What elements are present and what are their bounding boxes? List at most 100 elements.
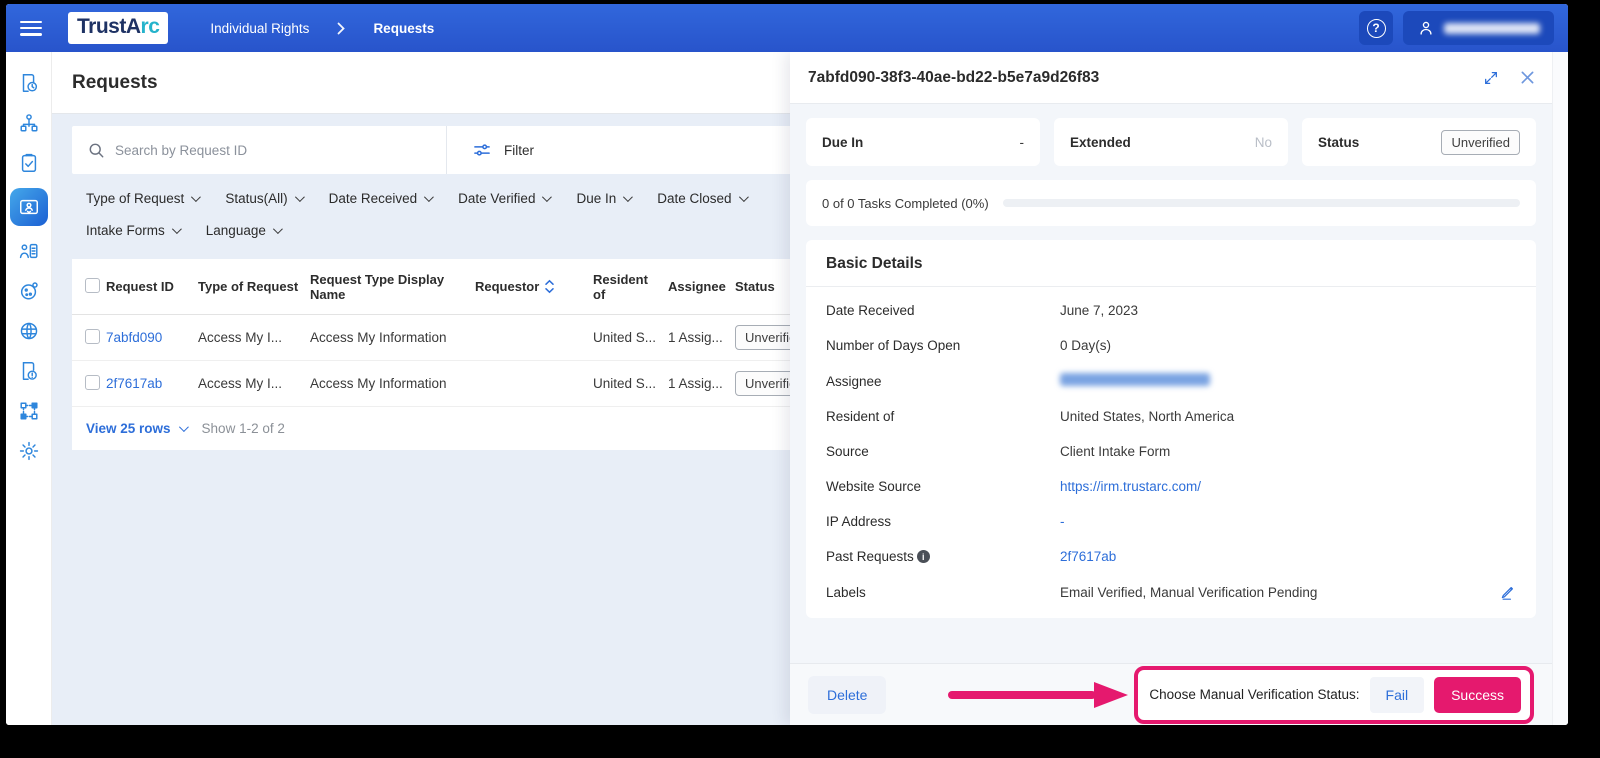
assignee-redacted[interactable] (1060, 373, 1210, 386)
trustarc-logo[interactable]: TrustArc (68, 12, 169, 44)
tasks-progress-label: 0 of 0 Tasks Completed (0%) (822, 195, 989, 211)
filter-date-verified[interactable]: Date Verified (458, 191, 553, 206)
search-filter-bar: Filter (72, 126, 814, 174)
cell-resident: United S... (593, 376, 657, 391)
past-request-link[interactable]: 2f7617ab (1060, 549, 1516, 564)
detail-row-resident-of: Resident of United States, North America (826, 409, 1235, 424)
chevron-down-icon (178, 422, 189, 433)
pagination-summary: Show 1-2 of 2 (201, 421, 285, 436)
breadcrumb-parent[interactable]: Individual Rights (210, 21, 309, 36)
page-title: Requests (72, 71, 158, 93)
search-input[interactable] (115, 142, 395, 158)
sidebar-item-settings[interactable] (14, 436, 44, 466)
fail-button[interactable]: Fail (1369, 676, 1425, 713)
chevron-down-icon (171, 224, 182, 235)
success-button[interactable]: Success (1434, 676, 1521, 713)
detail-row-source: Source Client Intake Form (826, 444, 1171, 459)
pencil-icon (1501, 587, 1513, 600)
table-row[interactable]: 7abfd090 Access My I... Access My Inform… (72, 315, 834, 361)
detail-row-labels: Labels Email Verified, Manual Verificati… (806, 574, 1536, 610)
basic-details-title: Basic Details (806, 240, 1536, 287)
sidebar-item-contacts[interactable] (14, 236, 44, 266)
filter-date-received[interactable]: Date Received (329, 191, 435, 206)
row-checkbox[interactable] (85, 374, 100, 390)
detail-row-assignee: Assignee (806, 363, 1536, 399)
user-name-redacted (1444, 22, 1540, 34)
search-box (72, 142, 446, 159)
filter-toggle[interactable]: Filter (447, 142, 534, 158)
info-icon[interactable]: i (916, 550, 930, 563)
chevron-down-icon (424, 192, 435, 203)
sidebar-item-individual-rights[interactable] (9, 188, 48, 226)
help-button[interactable]: ? (1359, 11, 1393, 45)
detail-row-website-source: Website Source https://irm.trustarc.com/ (806, 469, 1536, 504)
edit-labels-button[interactable] (1500, 584, 1516, 600)
select-all-checkbox[interactable] (85, 277, 100, 293)
col-request-id[interactable]: Request ID (106, 279, 198, 294)
col-requestor[interactable]: Requestor (475, 279, 593, 294)
logo-text-accent: rc (140, 15, 160, 38)
filter-language[interactable]: Language (206, 223, 283, 238)
breadcrumb-current[interactable]: Requests (373, 21, 434, 36)
annotation-group: Choose Manual Verification Status: Fail … (948, 665, 1534, 724)
request-id-link[interactable]: 2f7617ab (106, 376, 162, 391)
summary-cards: Due In - Extended No Status Unverified (806, 118, 1536, 166)
panel-header: 7abfd090-38f3-40ae-bd22-b5e7a9d26f83 (790, 52, 1552, 104)
detail-row-date-received: Date Received June 7, 2023 (826, 303, 1139, 318)
detail-row-ip-address: IP Address - (826, 514, 1065, 529)
col-type-of-request[interactable]: Type of Request (198, 279, 310, 294)
sidebar-item-workflow[interactable] (14, 396, 44, 426)
filter-type-of-request[interactable]: Type of Request (86, 191, 202, 206)
view-rows-dropdown[interactable]: View 25 rows (86, 421, 189, 436)
user-icon (1420, 21, 1432, 35)
col-resident-of[interactable]: Resident of (593, 272, 668, 302)
row-checkbox[interactable] (85, 328, 100, 344)
col-request-type-display-name[interactable]: Request Type Display Name (310, 272, 475, 302)
sort-icon[interactable] (545, 279, 555, 294)
due-in-card: Due In - (806, 118, 1040, 166)
website-source-link[interactable]: https://irm.trustarc.com/ (1060, 479, 1516, 494)
annotation-arrow (948, 681, 1129, 708)
sidebar-item-incidents[interactable] (14, 356, 44, 386)
request-detail-panel: 7abfd090-38f3-40ae-bd22-b5e7a9d26f83 Due… (790, 52, 1552, 725)
panel-footer: Delete Choose Manual Verification Status… (790, 663, 1552, 725)
user-menu-button[interactable] (1403, 11, 1554, 45)
filter-intake-forms[interactable]: Intake Forms (86, 223, 182, 238)
sidebar-item-org-map[interactable] (14, 108, 44, 138)
detail-row-days-open: Number of Days Open 0 Day(s) (826, 338, 1112, 353)
chevron-down-icon (272, 224, 283, 235)
help-icon: ? (1366, 18, 1386, 38)
requests-table: Request ID Type of Request Request Type … (72, 259, 834, 450)
menu-icon[interactable] (20, 20, 42, 36)
close-panel-button[interactable] (1521, 71, 1534, 84)
sidebar-item-intelligence[interactable] (14, 316, 44, 346)
tasks-progress-card: 0 of 0 Tasks Completed (0%) (806, 180, 1536, 226)
sidebar (6, 52, 52, 725)
filter-status[interactable]: Status(All) (225, 191, 305, 206)
filter-date-closed[interactable]: Date Closed (657, 191, 749, 206)
chevron-down-icon (294, 192, 305, 203)
detail-row-past-requests: Past Requests i 2f7617ab (806, 539, 1536, 574)
table-row[interactable]: 2f7617ab Access My I... Access My Inform… (72, 361, 834, 407)
panel-body: Due In - Extended No Status Unverified 0… (790, 104, 1552, 663)
status-badge: Unverified (1441, 129, 1520, 155)
cell-resident: United S... (593, 330, 657, 345)
expand-icon (1485, 71, 1497, 84)
request-uuid-title: 7abfd090-38f3-40ae-bd22-b5e7a9d26f83 (808, 68, 1100, 86)
col-assignee[interactable]: Assignee (668, 279, 735, 294)
extended-value: No (1254, 134, 1272, 150)
sidebar-item-reports[interactable] (14, 68, 44, 98)
delete-button[interactable]: Delete (808, 675, 887, 714)
sidebar-item-cookies[interactable] (14, 276, 44, 306)
chevron-right-icon (338, 22, 346, 34)
filter-due-in[interactable]: Due In (576, 191, 634, 206)
due-in-value: - (1019, 134, 1025, 150)
cell-display-name: Access My Information (310, 376, 447, 391)
request-id-link[interactable]: 7abfd090 (106, 330, 162, 345)
cell-assignee: 1 Assig... (668, 330, 723, 345)
scrollbar[interactable] (1552, 52, 1568, 725)
sidebar-item-assessments[interactable] (14, 148, 44, 178)
cell-type: Access My I... (198, 376, 283, 391)
expand-panel-button[interactable] (1483, 70, 1499, 86)
breadcrumb: Individual Rights Requests (210, 21, 434, 36)
